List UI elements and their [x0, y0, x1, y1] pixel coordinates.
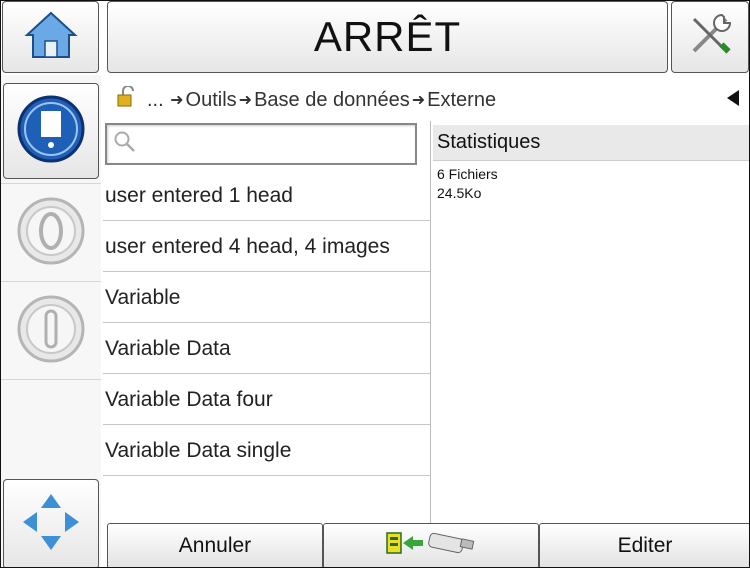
breadcrumb-ellipsis: ...	[147, 88, 164, 111]
edit-label: Editer	[617, 534, 673, 557]
power-on-icon	[15, 195, 87, 272]
breadcrumb-item-externe: Externe	[427, 88, 497, 111]
home-button[interactable]	[2, 1, 99, 73]
breadcrumb-item-base[interactable]: Base de données	[254, 89, 410, 112]
file-name: Variable Data single	[105, 438, 292, 462]
left-toolbar	[1, 75, 101, 567]
message-button[interactable]	[3, 83, 99, 179]
list-item[interactable]: Variable Data	[103, 324, 431, 374]
statistics-panel: Statistiques 6 Fichiers 24.5Ko	[433, 125, 749, 523]
cancel-label: Annuler	[178, 534, 252, 557]
list-item[interactable]: Variable	[103, 273, 431, 323]
breadcrumb-arrow-icon: ➜	[165, 92, 184, 109]
back-arrow-icon[interactable]	[725, 89, 741, 113]
file-name: Variable Data	[105, 336, 231, 360]
total-size: 24.5Ko	[437, 185, 482, 201]
power-off-icon	[15, 293, 87, 370]
file-list: user entered 1 head user entered 4 head,…	[103, 121, 431, 523]
search-icon	[113, 130, 137, 159]
tools-icon	[686, 11, 734, 64]
stop-button[interactable]	[3, 285, 99, 377]
search-input[interactable]	[105, 123, 417, 165]
start-button[interactable]	[3, 187, 99, 279]
breadcrumb-arrow-icon: ➜	[411, 92, 426, 109]
breadcrumb-item-outils[interactable]: Outils	[186, 89, 237, 112]
file-name: user entered 1 head	[105, 183, 293, 207]
breadcrumb: ... ➜ Outils ➜ Base de données ➜ Externe	[109, 77, 749, 123]
navigation-arrows-icon	[19, 490, 83, 559]
home-icon	[23, 9, 79, 66]
file-name: Variable	[105, 285, 181, 309]
edit-button[interactable]: Editer	[539, 523, 749, 567]
list-item[interactable]: Variable Data four	[103, 375, 431, 425]
unlock-icon[interactable]	[117, 85, 137, 114]
divider	[1, 183, 101, 184]
import-from-usb-button[interactable]	[323, 523, 539, 567]
navigation-button[interactable]	[3, 479, 99, 567]
file-name: user entered 4 head, 4 images	[105, 234, 390, 258]
cancel-button[interactable]: Annuler	[107, 523, 323, 567]
list-item[interactable]: user entered 4 head, 4 images	[103, 222, 431, 272]
file-count: 6 Fichiers	[437, 166, 498, 182]
message-icon	[15, 93, 87, 170]
tools-button[interactable]	[671, 1, 749, 73]
status-title: ARRÊT	[107, 1, 668, 73]
divider	[1, 281, 101, 282]
usb-import-icon	[385, 530, 477, 562]
printer-screen: ARRÊT ... ➜ Outils ➜ Base de données ➜ E…	[0, 0, 750, 568]
divider	[1, 379, 101, 380]
list-item[interactable]: Variable Data single	[103, 426, 431, 476]
statistics-heading: Statistiques	[433, 125, 749, 161]
breadcrumb-arrow-icon: ➜	[238, 92, 253, 109]
file-name: Variable Data four	[105, 387, 273, 411]
list-item[interactable]: user entered 1 head	[103, 171, 431, 221]
status-title-text: ARRÊT	[313, 13, 462, 60]
